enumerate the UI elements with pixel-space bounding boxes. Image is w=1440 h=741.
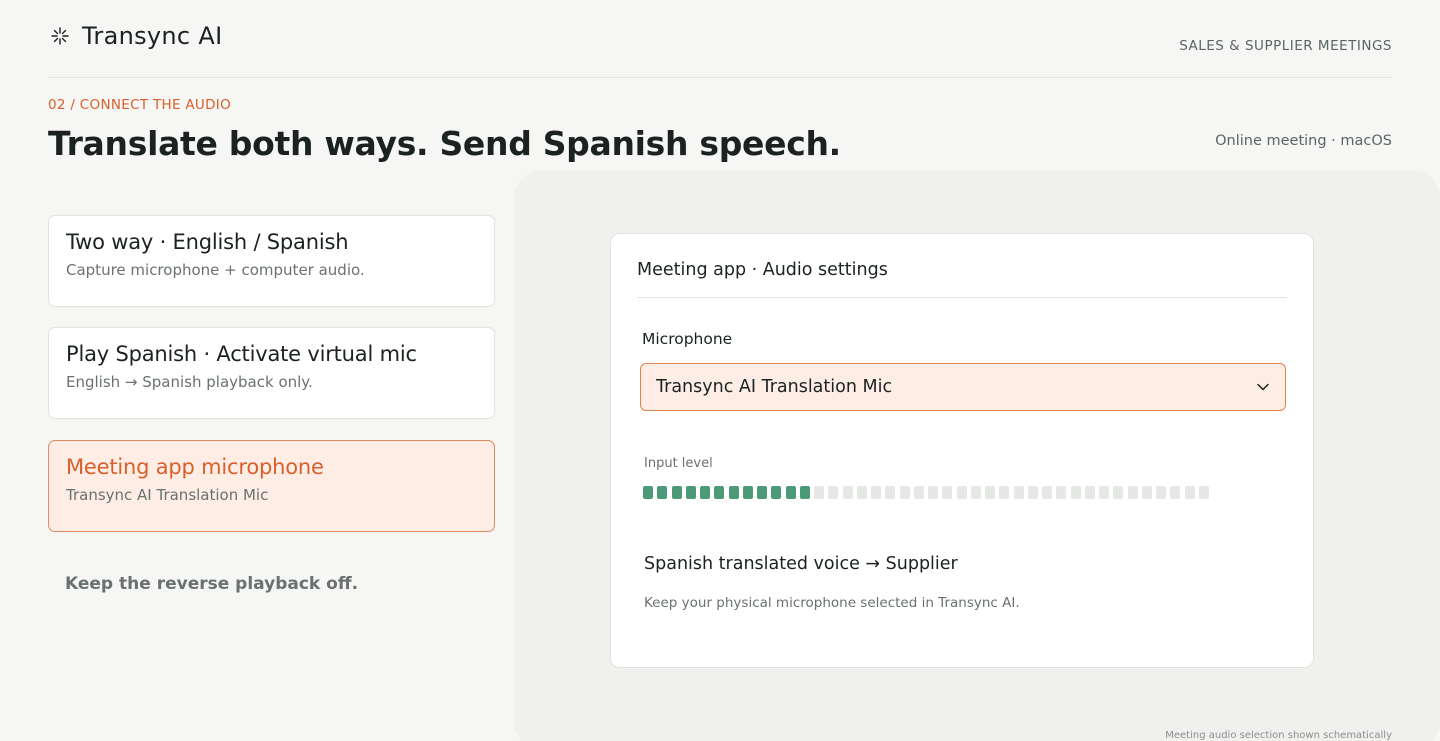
app-header: Transync AI SALES & SUPPLIER MEETINGS (48, 0, 1392, 78)
level-segment (643, 486, 653, 499)
level-segment (928, 486, 938, 499)
level-segment (899, 486, 910, 499)
input-level-meter (643, 486, 1209, 499)
option-card-subtitle: Transync AI Translation Mic (66, 486, 269, 504)
level-segment (728, 486, 739, 499)
level-segment (671, 486, 682, 499)
level-segment (999, 486, 1010, 499)
option-card-play-spanish[interactable]: Play Spanish · Activate virtual mic Engl… (48, 327, 495, 419)
level-segment (785, 486, 796, 499)
level-segment (885, 486, 896, 499)
level-segment (1027, 486, 1038, 499)
microphone-select-value: Transync AI Translation Mic (656, 377, 893, 397)
level-segment (1127, 486, 1138, 499)
route-subtitle: Keep your physical microphone selected i… (644, 595, 1020, 611)
schematic-footnote: Meeting audio selection shown schematica… (1165, 730, 1392, 741)
level-segment (714, 486, 725, 499)
option-card-title: Play Spanish · Activate virtual mic (66, 342, 417, 366)
input-level-label: Input level (644, 456, 713, 471)
panel-title: Meeting app · Audio settings (637, 260, 1287, 298)
level-segment (700, 486, 710, 499)
level-segment (742, 486, 753, 499)
level-segment (828, 486, 839, 499)
level-segment (1042, 486, 1052, 499)
level-segment (956, 486, 967, 499)
level-segment (685, 486, 696, 499)
page-meta: Online meeting · macOS (1215, 133, 1392, 149)
option-card-subtitle: Capture microphone + computer audio. (66, 261, 365, 279)
level-segment (1084, 486, 1095, 499)
level-segment (1113, 486, 1124, 499)
level-segment (1184, 486, 1195, 499)
level-segment (1013, 486, 1024, 499)
level-segment (1141, 486, 1152, 499)
chevron-down-icon (1257, 383, 1269, 391)
microphone-label: Microphone (642, 330, 733, 348)
option-card-title: Two way · English / Spanish (66, 230, 349, 254)
brand-name: Transync AI (82, 22, 223, 50)
level-segment (942, 486, 953, 499)
level-segment (814, 486, 824, 499)
sparkle-logo-icon (51, 27, 69, 45)
audio-settings-panel: Meeting app · Audio settings Microphone … (610, 233, 1314, 668)
level-segment (771, 486, 782, 499)
level-segment (856, 486, 867, 499)
option-card-meeting-mic[interactable]: Meeting app microphone Transync AI Trans… (48, 440, 495, 532)
microphone-select[interactable]: Transync AI Translation Mic (640, 363, 1286, 411)
level-segment (1056, 486, 1067, 499)
page-title: Translate both ways. Send Spanish speech… (48, 124, 841, 163)
level-segment (970, 486, 981, 499)
level-segment (657, 486, 668, 499)
level-segment (799, 486, 810, 499)
option-card-subtitle: English → Spanish playback only. (66, 373, 313, 391)
level-segment (871, 486, 881, 499)
step-label: 02 / CONNECT THE AUDIO (48, 97, 231, 113)
level-segment (1070, 486, 1081, 499)
header-context: SALES & SUPPLIER MEETINGS (1179, 38, 1392, 54)
level-segment (1198, 486, 1209, 499)
level-segment (842, 486, 853, 499)
brand-logo[interactable]: Transync AI (50, 22, 222, 50)
level-segment (913, 486, 924, 499)
option-card-title: Meeting app microphone (66, 455, 324, 479)
level-segment (1099, 486, 1109, 499)
level-segment (757, 486, 767, 499)
route-title: Spanish translated voice → Supplier (644, 554, 958, 574)
level-segment (1156, 486, 1166, 499)
level-segment (1170, 486, 1181, 499)
option-card-two-way[interactable]: Two way · English / Spanish Capture micr… (48, 215, 495, 307)
reverse-playback-note: Keep the reverse playback off. (65, 574, 359, 594)
level-segment (985, 486, 995, 499)
